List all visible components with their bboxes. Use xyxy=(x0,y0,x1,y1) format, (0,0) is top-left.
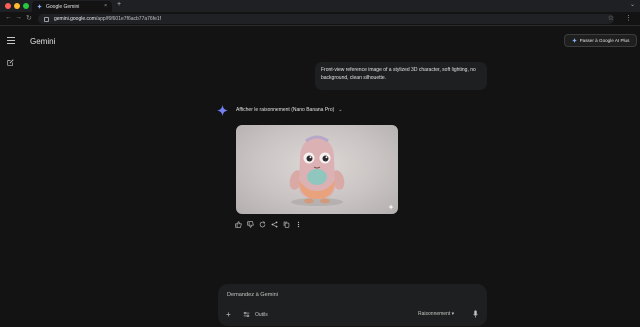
share-icon[interactable] xyxy=(270,220,278,228)
browser-menu-icon[interactable]: ⋮ xyxy=(625,14,632,22)
brand-title[interactable]: Gemini xyxy=(30,37,55,46)
new-tab-button[interactable]: + xyxy=(117,1,121,8)
model-reply-header: Afficher le raisonnement (Nano Banana Pr… xyxy=(217,104,343,116)
user-message-bubble: Front-view reference image of a stylized… xyxy=(315,62,487,90)
show-reasoning-label: Afficher le raisonnement (Nano Banana Pr… xyxy=(236,107,335,113)
back-arrow-icon[interactable]: ← xyxy=(5,14,12,21)
url-host: gemini.google.com xyxy=(54,16,96,22)
upgrade-plan-button[interactable]: Passer à Google AI Plus xyxy=(564,34,637,47)
show-reasoning-toggle[interactable]: Afficher le raisonnement (Nano Banana Pr… xyxy=(236,107,343,113)
tools-button[interactable]: Outils xyxy=(243,311,268,318)
upgrade-plan-label: Passer à Google AI Plus xyxy=(579,38,630,43)
url-path: /app/f6f601e7f6acb77a76fe1f xyxy=(95,16,162,22)
gemini-favicon-icon xyxy=(37,4,42,9)
url-input[interactable]: gemini.google.com/app/f6f601e7f6acb77a76… xyxy=(38,14,614,24)
generated-image[interactable] xyxy=(236,125,398,214)
tools-label: Outils xyxy=(255,311,268,318)
response-actions xyxy=(234,220,302,228)
new-chat-edit-icon[interactable] xyxy=(7,59,14,66)
gemini-spark-icon xyxy=(571,38,577,43)
reload-icon[interactable]: ↻ xyxy=(26,14,32,22)
thumb-down-icon[interactable] xyxy=(246,220,254,228)
more-icon[interactable] xyxy=(294,220,302,228)
browser-tab-strip: Google Gemini × + ⌄ xyxy=(0,0,640,12)
mic-icon[interactable] xyxy=(473,310,478,318)
sparkle-watermark-icon xyxy=(388,204,394,210)
browser-tab-gemini[interactable]: Google Gemini × xyxy=(32,1,112,12)
character-illustration xyxy=(289,135,345,206)
tab-title: Google Gemini xyxy=(46,3,80,10)
bookmark-star-icon[interactable]: ☆ xyxy=(608,14,614,22)
mode-selector[interactable]: Raisonnement ▾ xyxy=(418,311,454,317)
copy-icon[interactable] xyxy=(282,220,290,228)
site-info-icon[interactable] xyxy=(44,16,49,22)
refresh-icon[interactable] xyxy=(258,220,266,228)
prompt-input[interactable]: Demandez à Gemini xyxy=(227,292,278,298)
thumb-up-icon[interactable] xyxy=(234,220,242,228)
window-close-button[interactable] xyxy=(5,3,11,9)
tab-close-icon[interactable]: × xyxy=(104,3,107,9)
prompt-composer[interactable]: Demandez à Gemini + Outils Raisonnement … xyxy=(218,284,487,326)
hamburger-icon[interactable] xyxy=(7,37,15,46)
window-minimize-button[interactable] xyxy=(14,3,20,9)
window-zoom-button[interactable] xyxy=(23,3,29,9)
chevron-down-icon: ⌄ xyxy=(338,107,343,113)
sidebar xyxy=(0,27,22,327)
app-header: Gemini Passer à Google AI Plus xyxy=(22,27,640,55)
forward-arrow-icon[interactable]: → xyxy=(15,14,22,21)
add-attachment-button[interactable]: + xyxy=(226,310,231,319)
tab-search-chevron-icon[interactable]: ⌄ xyxy=(630,1,635,8)
address-bar-row: ← → ↻ gemini.google.com/app/f6f601e7f6ac… xyxy=(0,12,640,26)
gemini-spark-icon xyxy=(217,104,228,116)
tools-icon xyxy=(243,311,250,318)
